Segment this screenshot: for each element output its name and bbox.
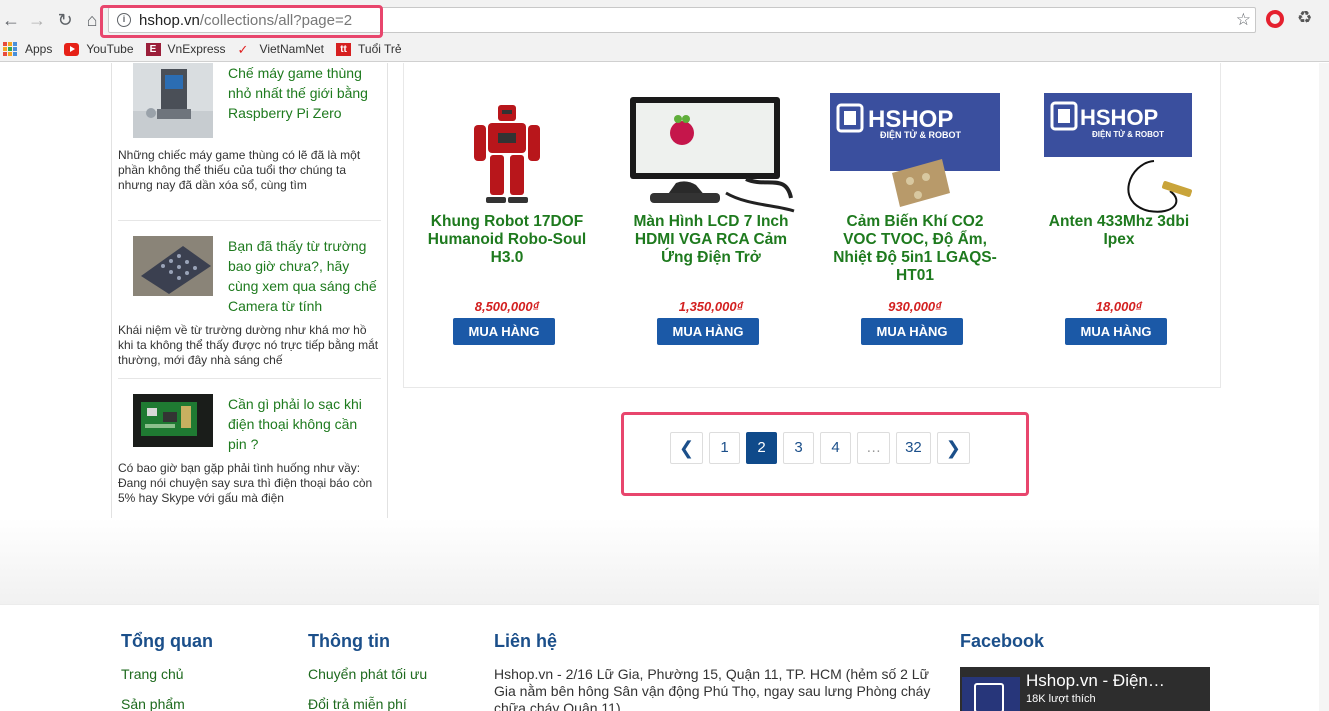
news-thumbnail-magnetic-camera[interactable]: [133, 236, 213, 296]
youtube-icon: [64, 42, 80, 56]
footer-col-facebook: Facebook: [960, 631, 1045, 651]
footer-link-products[interactable]: Sản phẩm: [121, 696, 213, 711]
product-image-lcd[interactable]: [626, 93, 796, 213]
bookmark-youtube[interactable]: YouTube: [64, 42, 134, 56]
bookmark-vietnamnet[interactable]: ✓ VietNamNet: [238, 42, 324, 56]
hshop-logo-icon: [962, 677, 1020, 711]
url-highlight-annotation: [100, 5, 383, 38]
footer-col-overview: Tổng quan Trang chủ Sản phẩm: [121, 631, 213, 711]
svg-text:ĐIỆN TỬ & ROBOT: ĐIỆN TỬ & ROBOT: [880, 129, 961, 140]
footer-col-info: Thông tin Chuyển phát tối ưu Đổi trả miễ…: [308, 631, 428, 711]
recycle-extension-icon[interactable]: ♻: [1297, 8, 1312, 28]
buy-button[interactable]: MUA HÀNG: [1065, 318, 1167, 345]
svg-text:HSHOP: HSHOP: [868, 106, 953, 133]
product-grid: Khung Robot 17DOF Humanoid Robo-Soul H3.…: [403, 63, 1221, 388]
facebook-likes-count: 18K lượt thích: [1026, 693, 1096, 705]
footer-link-shipping[interactable]: Chuyển phát tối ưu: [308, 666, 427, 682]
divider: [118, 378, 381, 379]
bookmark-vnexpress[interactable]: E VnExpress: [145, 42, 226, 56]
news-sidebar: Chế máy game thùng nhỏ nhất thế giới bằn…: [111, 63, 388, 534]
vnexpress-icon: E: [145, 42, 161, 56]
vietnamnet-icon: ✓: [237, 41, 249, 57]
svg-text:HSHOP: HSHOP: [1080, 105, 1158, 130]
svg-text:ĐIỆN TỬ & ROBOT: ĐIỆN TỬ & ROBOT: [1092, 130, 1164, 139]
reload-icon[interactable]: ↻: [54, 9, 76, 31]
news-thumbnail-arcade[interactable]: [133, 63, 213, 138]
product-image-hshop-antenna[interactable]: HSHOP ĐIỆN TỬ & ROBOT: [1034, 93, 1204, 213]
forward-arrow-icon[interactable]: →: [26, 9, 48, 31]
footer-address: Hshop.vn - 2/16 Lữ Gia, Phường 15, Quận …: [494, 666, 931, 711]
buy-button[interactable]: MUA HÀNG: [453, 318, 555, 345]
pagination-highlight-annotation: [621, 412, 1029, 496]
footer-link-home[interactable]: Trang chủ: [121, 666, 213, 682]
apps-grid-icon: [3, 42, 17, 56]
bookmark-tuoitre[interactable]: tt Tuổi Trẻ: [336, 42, 402, 56]
footer-link-returns[interactable]: Đổi trả miễn phí: [308, 696, 427, 711]
buy-button[interactable]: MUA HÀNG: [861, 318, 963, 345]
divider: [118, 220, 381, 221]
page-scrollbar[interactable]: [1319, 63, 1329, 711]
page-content: Chế máy game thùng nhỏ nhất thế giới bằn…: [0, 63, 1329, 711]
tuoitre-icon: tt: [336, 42, 352, 56]
opera-extension-icon[interactable]: [1266, 10, 1284, 28]
product-image-robot[interactable]: [422, 93, 592, 213]
browser-chrome: ← → ↻ ⌂ i hshop.vn/collections/all?page=…: [0, 0, 1329, 62]
buy-button[interactable]: MUA HÀNG: [657, 318, 759, 345]
footer-col-contact: Liên hệ Hshop.vn - 2/16 Lữ Gia, Phường 1…: [494, 631, 934, 711]
footer-fade: [0, 518, 1329, 604]
bookmarks-bar: Apps YouTube E VnExpress ✓ VietNamNet tt…: [0, 38, 1329, 60]
facebook-page-widget[interactable]: Hshop.vn - Điện… 18K lượt thích: [960, 667, 1210, 711]
news-thumbnail-battery-free-phone[interactable]: [133, 394, 213, 447]
back-arrow-icon[interactable]: ←: [0, 9, 22, 31]
bookmark-apps[interactable]: Apps: [0, 42, 52, 56]
facebook-page-name[interactable]: Hshop.vn - Điện…: [1026, 671, 1165, 691]
footer: Tổng quan Trang chủ Sản phẩm Thông tin C…: [0, 604, 1329, 711]
bookmark-star-icon[interactable]: ☆: [1236, 10, 1251, 30]
product-image-hshop-sensor[interactable]: HSHOP ĐIỆN TỬ & ROBOT: [830, 93, 1000, 213]
